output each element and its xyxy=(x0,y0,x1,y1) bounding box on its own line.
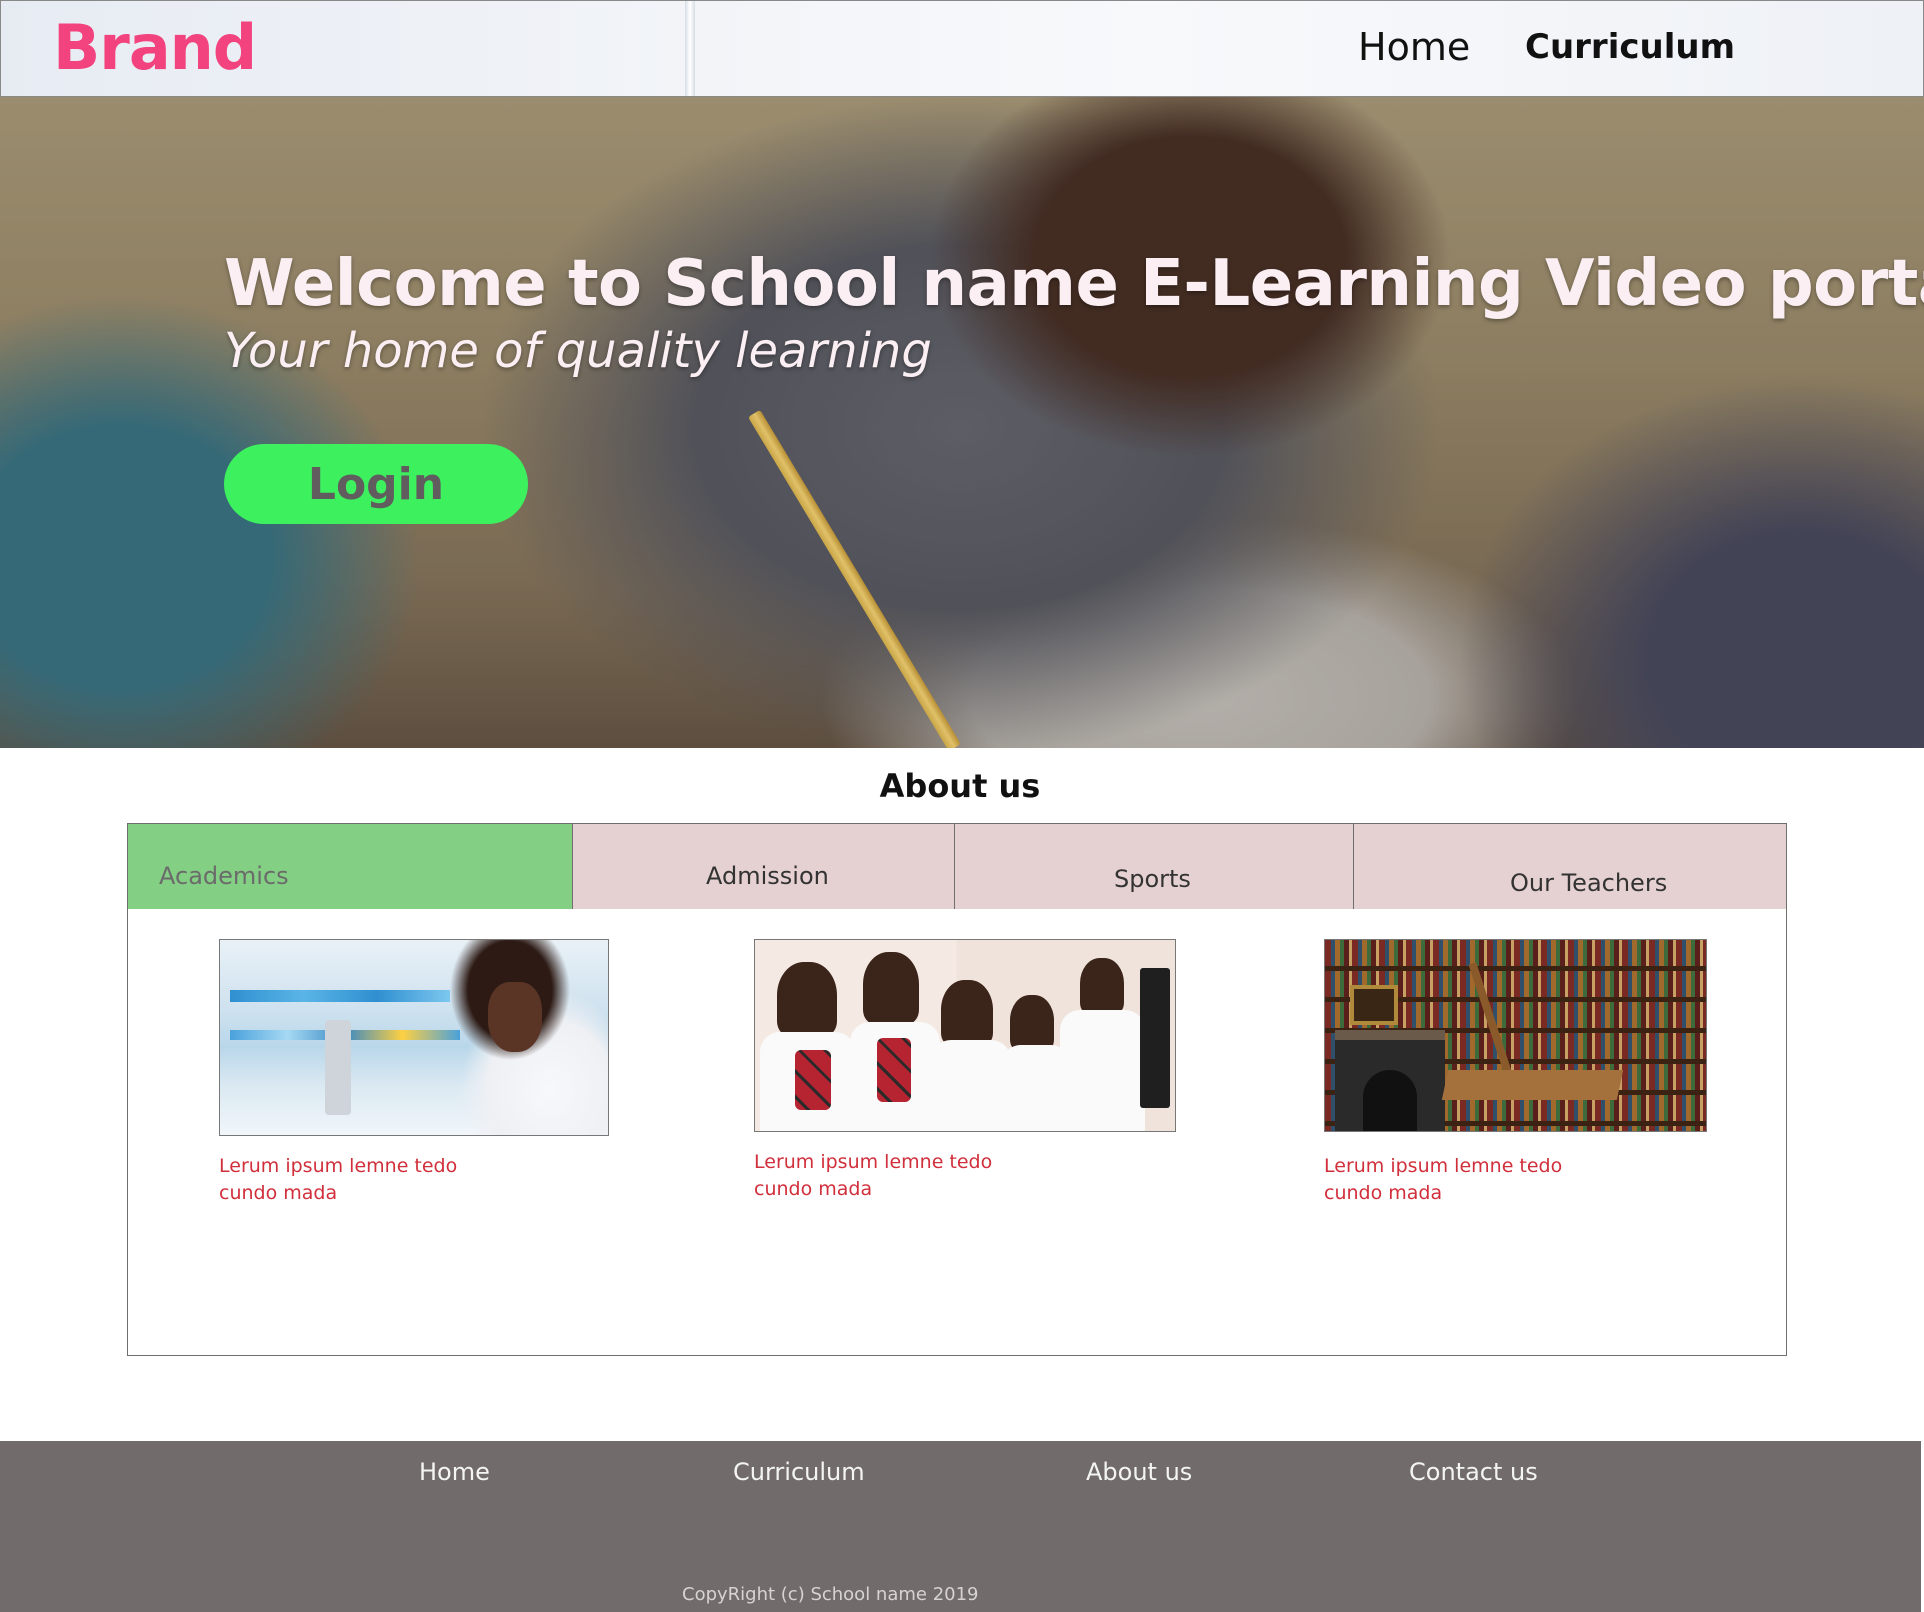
footer-home-link[interactable]: Home xyxy=(419,1458,490,1486)
nav-curriculum-link[interactable]: Curriculum xyxy=(1525,27,1735,67)
fireplace-opening xyxy=(1363,1070,1417,1131)
student-tie xyxy=(877,1038,911,1102)
teacher-figure xyxy=(1080,958,1124,1014)
tab-admission[interactable]: Admission xyxy=(573,824,955,909)
student-figure xyxy=(777,962,837,1036)
site-footer: Home Curriculum About us Contact us Copy… xyxy=(0,1441,1921,1612)
tab-label: Sports xyxy=(1114,865,1191,893)
student-figure xyxy=(863,952,919,1024)
tab-label: Academics xyxy=(159,862,289,890)
fireplace xyxy=(1335,1030,1445,1131)
tab-academics[interactable]: Academics xyxy=(128,824,573,909)
top-navbar: Brand Home Curriculum xyxy=(0,0,1924,97)
classroom-students-image[interactable] xyxy=(754,939,1176,1132)
card-caption: Lerum ipsum lemne tedo cundo mada xyxy=(754,1151,993,1200)
card-caption: Lerum ipsum lemne tedo cundo mada xyxy=(219,1155,458,1204)
library-image[interactable] xyxy=(1324,939,1707,1132)
tab-label: Admission xyxy=(706,862,829,890)
student-figure xyxy=(488,982,542,1052)
tab-label: Our Teachers xyxy=(1510,869,1668,897)
computer-monitor xyxy=(1140,968,1170,1108)
student-figure xyxy=(941,980,993,1046)
hero-subtitle: Your home of quality learning xyxy=(224,323,932,379)
lab-student-image[interactable] xyxy=(219,939,609,1136)
academics-tab-panel: Lerum ipsum lemne tedo cundo mada Lerum … xyxy=(127,909,1787,1356)
nav-home-link[interactable]: Home xyxy=(1358,25,1470,69)
student-shirt xyxy=(931,1040,1011,1131)
about-tabs: Academics Admission Sports Our Teachers xyxy=(127,823,1787,910)
student-tie xyxy=(795,1050,831,1110)
portrait-painting xyxy=(1350,985,1398,1025)
about-heading: About us xyxy=(879,767,1041,805)
tab-sports[interactable]: Sports xyxy=(955,824,1354,909)
hero-photo-student-writing xyxy=(0,97,1924,748)
copyright-text: CopyRight (c) School name 2019 xyxy=(682,1584,979,1605)
footer-curriculum-link[interactable]: Curriculum xyxy=(733,1458,865,1486)
brand-logo[interactable]: Brand xyxy=(53,11,257,84)
card-caption: Lerum ipsum lemne tedo cundo mada xyxy=(1324,1155,1563,1204)
library-table xyxy=(1441,1070,1624,1100)
microscope-shape xyxy=(325,1020,351,1115)
footer-about-link[interactable]: About us xyxy=(1086,1458,1192,1486)
footer-contact-link[interactable]: Contact us xyxy=(1409,1458,1538,1486)
teacher-shirt xyxy=(1060,1010,1145,1131)
tab-our-teachers[interactable]: Our Teachers xyxy=(1354,824,1786,909)
student-figure xyxy=(1010,995,1054,1051)
hero-title: Welcome to School name E-Learning Video … xyxy=(224,247,1924,321)
lab-shelf xyxy=(230,990,450,1002)
hero-banner: Welcome to School name E-Learning Video … xyxy=(0,97,1924,748)
login-button[interactable]: Login xyxy=(224,444,528,524)
